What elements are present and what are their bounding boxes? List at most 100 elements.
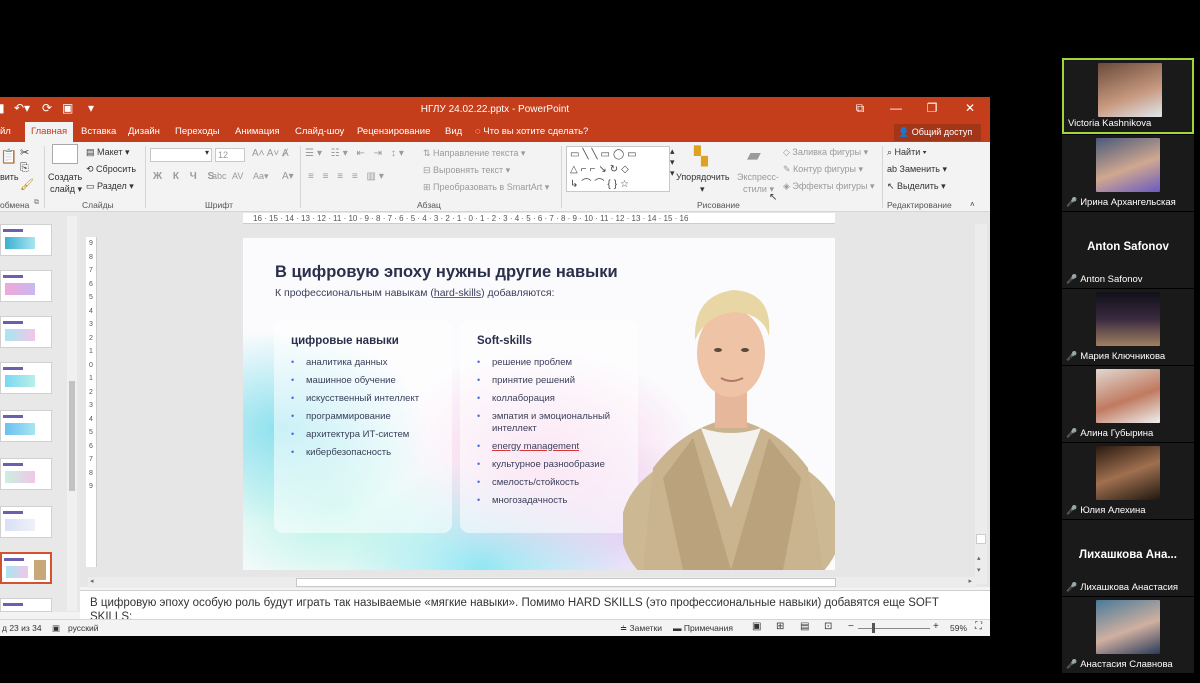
zoom-in-icon[interactable]: + <box>933 621 939 632</box>
font-name-box[interactable] <box>150 148 212 162</box>
thumbnails-scrollbar[interactable] <box>67 216 77 611</box>
tab-file[interactable]: йл <box>0 126 11 137</box>
paste-icon[interactable]: 📋 <box>0 148 17 165</box>
slide-thumbnail[interactable] <box>0 270 52 302</box>
alignment-icons[interactable]: ≡ ≡ ≡ ≡ ▥▾ <box>308 171 387 182</box>
smartart-button[interactable]: ⊞ Преобразовать в SmartArt ▾ <box>423 182 549 193</box>
slide-thumbnail[interactable] <box>0 362 52 394</box>
quick-styles-button[interactable]: Экспресс- <box>737 172 779 182</box>
slide-thumbnail[interactable] <box>0 224 52 256</box>
shape-outline-button[interactable]: ✎ Контур фигуры ▾ <box>783 164 863 175</box>
copy-icon[interactable]: ⎘ <box>20 162 29 175</box>
arrange-icon[interactable]: ▚ <box>694 146 708 167</box>
shape-effects-button[interactable]: ◈ Эффекты фигуры ▾ <box>783 181 874 192</box>
tab-animations[interactable]: Анимация <box>235 126 280 137</box>
tell-me-box[interactable]: ◌ Что вы хотите сделать? <box>475 126 588 137</box>
normal-view-icon[interactable]: ▣ <box>752 621 761 632</box>
slide-thumbnail[interactable] <box>0 316 52 348</box>
scroll-left-icon[interactable]: ◂ <box>90 577 94 585</box>
slideshow-view-icon[interactable]: ⊡ <box>824 621 832 632</box>
font-name-dropdown-icon[interactable]: ▾ <box>205 148 209 157</box>
slide-canvas[interactable]: В цифровую эпоху нужны другие навыки К п… <box>243 238 835 570</box>
list-item: машинное обучение <box>291 375 451 387</box>
slide-thumbnail[interactable] <box>0 598 52 612</box>
font-color-icon[interactable]: A▾ <box>282 171 294 182</box>
tab-home[interactable]: Главная <box>25 122 74 142</box>
ribbon-display-icon[interactable]: ⧉ <box>850 101 870 116</box>
prev-slide-icon[interactable]: ▴ <box>977 554 981 562</box>
slide-thumbnail[interactable] <box>0 458 52 490</box>
cut-icon[interactable]: ✂ <box>20 146 29 159</box>
paste-label[interactable]: вить <box>0 172 19 182</box>
clear-format-icon[interactable]: Ⱥ <box>282 148 289 159</box>
collapse-ribbon-icon[interactable]: ˄ <box>970 200 975 209</box>
font-size-box[interactable]: 12 <box>215 148 245 162</box>
spacing-icon[interactable]: AV <box>232 171 243 181</box>
participant-tile[interactable]: Лихашкова Ана... 🎤 Лихашкова Анастасия <box>1062 520 1194 596</box>
close-icon[interactable]: ✕ <box>960 101 980 115</box>
tab-insert[interactable]: Вставка <box>81 126 116 137</box>
font-style-icons[interactable]: Ж К Ч S <box>153 171 218 182</box>
layout-button[interactable]: ▤ Макет ▾ <box>86 147 130 158</box>
minimize-icon[interactable]: — <box>886 101 906 115</box>
scrollbar-thumb[interactable] <box>296 578 836 587</box>
share-button[interactable]: 👤 Общий доступ <box>894 124 981 141</box>
zoom-out-icon[interactable]: − <box>848 621 854 632</box>
slide-thumbnail[interactable] <box>0 506 52 538</box>
tab-design[interactable]: Дизайн <box>128 126 160 137</box>
participant-tile[interactable]: 🎤 Ирина Архангельская <box>1062 135 1194 211</box>
select-button[interactable]: ↖ Выделить ▾ <box>887 181 946 192</box>
zoom-level[interactable]: 59% <box>950 623 967 633</box>
participant-tile[interactable]: 🎤 Алина Губырина <box>1062 366 1194 442</box>
replace-button[interactable]: ab Заменить ▾ <box>887 164 947 175</box>
sorter-view-icon[interactable]: ⊞ <box>776 621 784 632</box>
new-slide-button[interactable]: Создать <box>48 172 82 182</box>
section-button[interactable]: ▭ Раздел ▾ <box>86 181 134 192</box>
format-painter-icon[interactable]: 🖌 <box>20 178 34 191</box>
arrange-button[interactable]: Упорядочить <box>676 172 730 182</box>
zoom-slider[interactable] <box>858 628 930 629</box>
participant-tile[interactable]: 🎤 Юлия Алехина <box>1062 443 1194 519</box>
speaker-notes[interactable]: В цифровую эпоху особую роль будут играт… <box>80 590 990 620</box>
zoom-slider-thumb[interactable] <box>872 623 875 633</box>
find-button[interactable]: ⌕ Найти ▾ <box>887 147 927 158</box>
horizontal-scrollbar[interactable]: ◂ ▸ <box>88 577 976 588</box>
grow-font-icon[interactable]: A˄ A˅ <box>252 148 279 159</box>
participant-tile[interactable]: Anton Safonov 🎤 Anton Safonov <box>1062 212 1194 288</box>
scrollbar-thumb[interactable] <box>69 381 75 491</box>
tab-slideshow[interactable]: Слайд-шоу <box>295 126 344 137</box>
slide-thumbnail[interactable] <box>0 410 52 442</box>
scroll-right-icon[interactable]: ▸ <box>968 577 972 585</box>
participant-tile-active[interactable]: Victoria Kashnikova <box>1062 58 1194 134</box>
shapes-scroll-icon[interactable]: ▴ ▾ ▾ <box>670 146 675 179</box>
slide-thumbnail-current[interactable] <box>0 552 52 584</box>
tab-review[interactable]: Рецензирование <box>357 126 430 137</box>
shape-fill-button[interactable]: ◇ Заливка фигуры ▾ <box>783 147 868 158</box>
text-direction-button[interactable]: ⇅ Направление текста ▾ <box>423 148 525 159</box>
change-case-icon[interactable]: Aa▾ <box>253 171 269 182</box>
align-text-button[interactable]: ⊟ Выровнять текст ▾ <box>423 165 510 176</box>
arrange-dropdown-icon[interactable]: ▾ <box>700 184 705 195</box>
shapes-gallery[interactable]: ▭╲╲▭◯▭ △⌐⌐↘↻◇ ↳⌒⌒{}☆ <box>566 146 670 192</box>
spellcheck-icon[interactable]: ▣ <box>52 623 60 634</box>
restore-icon[interactable]: ❐ <box>922 101 942 115</box>
scrollbar-thumb[interactable] <box>976 534 986 544</box>
tab-view[interactable]: Вид <box>445 126 462 137</box>
notes-toggle[interactable]: ≐ Заметки <box>620 623 662 634</box>
quick-styles-icon[interactable]: ▰ <box>747 145 761 166</box>
char-spacing-icon[interactable]: abc <box>212 171 227 181</box>
new-slide-icon[interactable] <box>52 144 78 164</box>
comments-toggle[interactable]: ▬ Примечания <box>673 623 733 633</box>
clipboard-launcher-icon[interactable]: ⧉ <box>34 199 39 207</box>
tab-transitions[interactable]: Переходы <box>175 126 220 137</box>
new-slide-button-line2[interactable]: слайд ▾ <box>50 184 82 195</box>
participant-tile[interactable]: 🎤 Мария Ключникова <box>1062 289 1194 365</box>
list-icons[interactable]: ☰▾ ☷▾ ⇤ ⇥ ↕▾ <box>305 148 407 159</box>
next-slide-icon[interactable]: ▾ <box>977 566 981 574</box>
reading-view-icon[interactable]: ▤ <box>800 621 809 632</box>
language-label[interactable]: русский <box>68 623 99 633</box>
vertical-scrollbar[interactable]: ▴ ▾ <box>975 224 987 584</box>
reset-button[interactable]: ⟲ Сбросить <box>86 164 136 175</box>
participant-tile[interactable]: 🎤 Анастасия Славнова <box>1062 597 1194 673</box>
fit-slide-icon[interactable]: ⛶ <box>975 621 982 632</box>
